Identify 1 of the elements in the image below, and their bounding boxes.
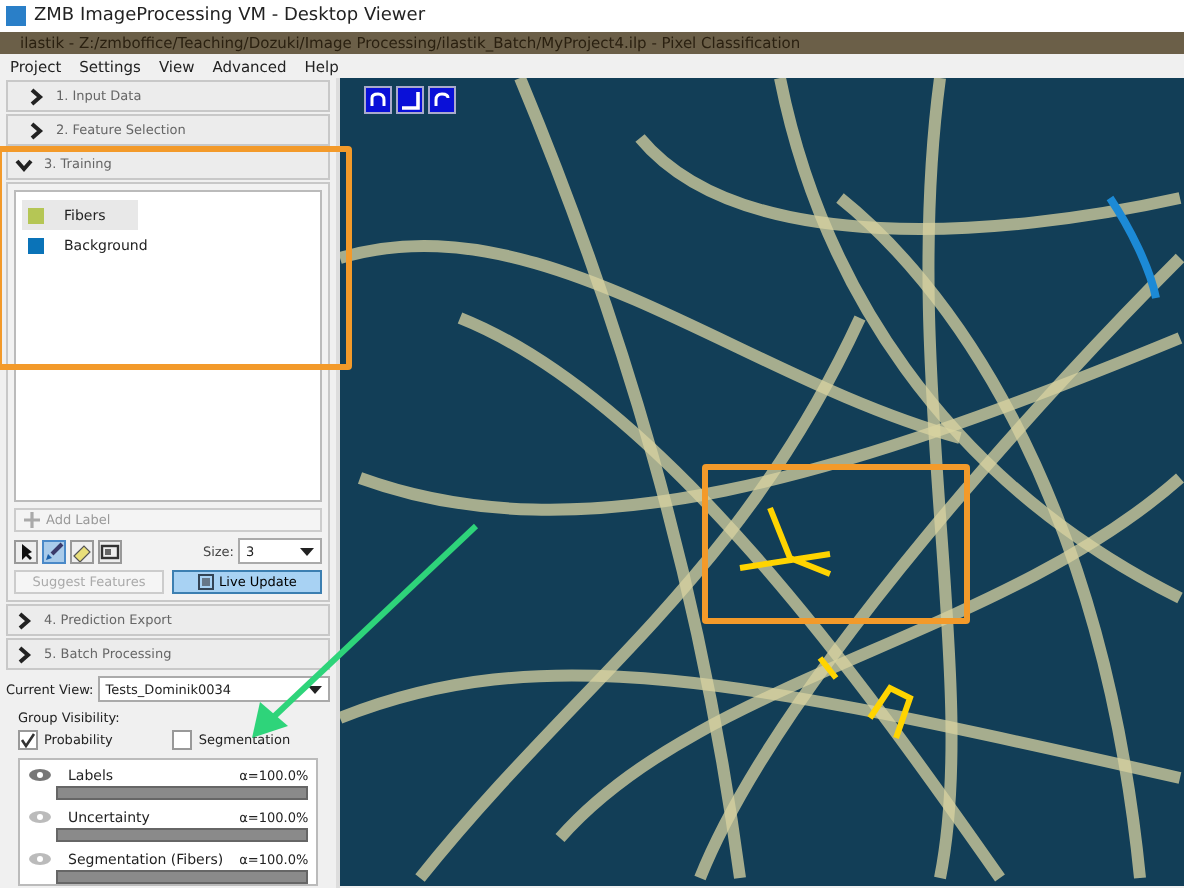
window-title: ZMB ImageProcessing VM - Desktop Viewer	[34, 6, 426, 26]
